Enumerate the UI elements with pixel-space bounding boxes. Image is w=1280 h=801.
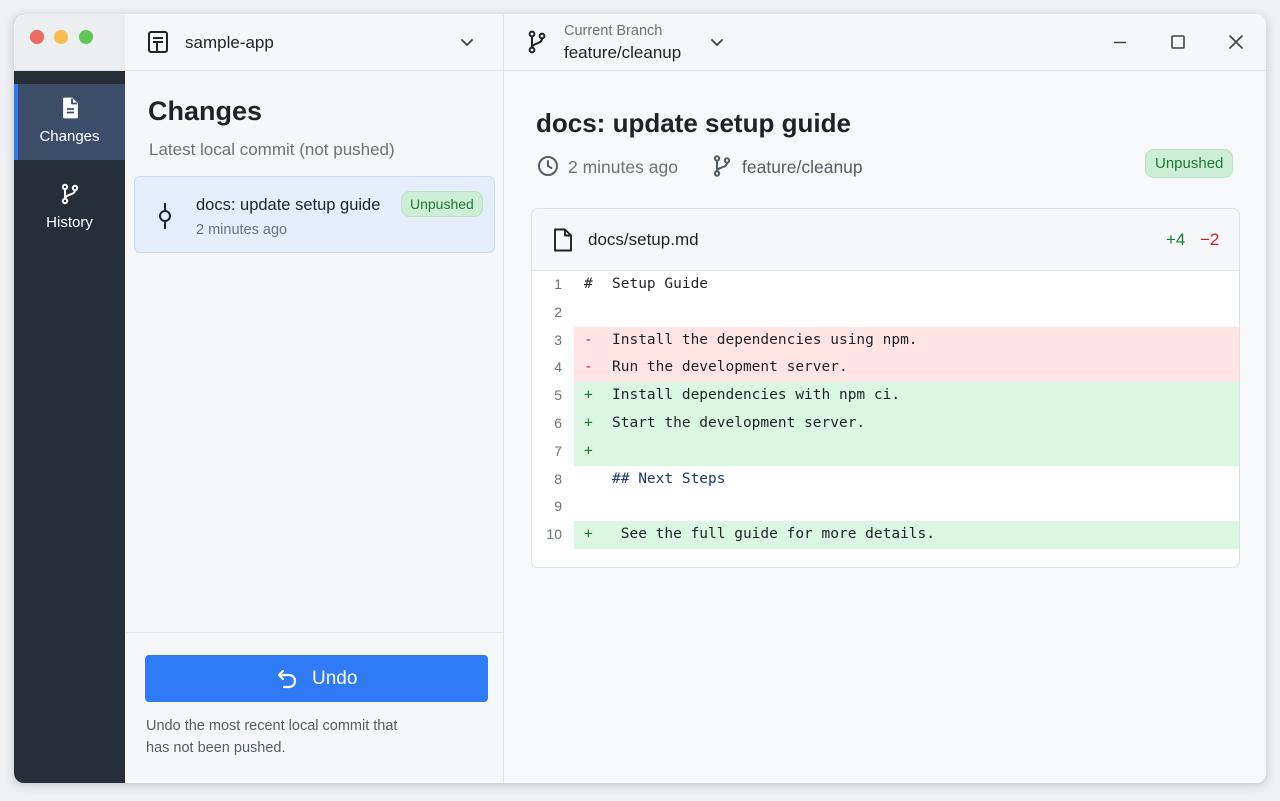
close-icon[interactable] [1226, 32, 1246, 52]
line-code: ## Next Steps [574, 466, 1239, 494]
line-text: Install dependencies with npm ci. [612, 387, 901, 404]
status-badge: Unpushed [401, 191, 483, 217]
line-number: 2 [532, 298, 574, 327]
line-number: 5 [532, 382, 574, 410]
diff-viewer: docs/setup.md +4 −2 1 # Setup Guide 2 3- Inst… [531, 208, 1240, 568]
undo-label: Undo [312, 668, 358, 689]
additions-count: +4 [1166, 230, 1186, 249]
chevron-down-icon[interactable] [459, 34, 475, 50]
line-text: See the full guide for more details. [612, 526, 936, 543]
undo-icon [277, 669, 297, 689]
line-text: Start the development server. [612, 414, 866, 431]
sidebar-item-changes[interactable]: Changes [14, 84, 125, 160]
close-window-button[interactable] [30, 30, 44, 44]
branch-selector[interactable]: Current Branch feature/cleanup [504, 14, 744, 71]
diff-line: 3- Install the dependencies using npm. [532, 326, 1239, 355]
file-icon [554, 228, 572, 252]
line-code: + Install dependencies with npm ci. [574, 382, 1239, 410]
diff-line: 8 ## Next Steps [532, 465, 1239, 494]
sidebar-item-label: Changes [39, 128, 100, 145]
diff-marker: - [584, 331, 593, 348]
commit-title: docs: update setup guide [196, 196, 381, 214]
branch-name: feature/cleanup [564, 43, 682, 62]
file-icon [62, 97, 78, 119]
repository-name: sample-app [185, 33, 274, 52]
page-title: Changes [148, 96, 263, 126]
line-text: ## Next Steps [612, 470, 726, 487]
commit-branch: feature/cleanup [742, 157, 863, 177]
minimize-icon[interactable] [1110, 32, 1130, 52]
window-controls [14, 14, 125, 71]
line-number: 8 [532, 465, 574, 494]
sidebar-item-history[interactable]: History [14, 170, 125, 246]
line-code: + [574, 437, 1239, 466]
repository-icon [148, 31, 168, 53]
zoom-window-button[interactable] [79, 30, 93, 44]
branch-label: Current Branch [564, 23, 663, 39]
clock-icon [538, 156, 558, 176]
line-number: 4 [532, 354, 574, 383]
commit-detail-pane: Current Branch feature/cleanup docs: upd… [504, 14, 1266, 783]
undo-panel: Undo Undo the most recent local commit t… [125, 632, 503, 783]
branch-icon [528, 30, 546, 54]
app-window: Changes History sample-app Changes Lates… [14, 14, 1266, 783]
line-number: 3 [532, 326, 574, 355]
commit-time: 2 minutes ago [568, 157, 678, 177]
diff-line: 6 + Start the development server. [532, 409, 1239, 438]
diff-marker: - [584, 359, 593, 376]
diff-marker: # [584, 276, 593, 292]
repository-selector[interactable]: sample-app [125, 14, 503, 71]
changes-pane: sample-app Changes Latest local commit (… [125, 14, 504, 783]
line-number: 10 [532, 521, 574, 549]
status-badge: Unpushed [1145, 149, 1234, 178]
commit-time: 2 minutes ago [196, 222, 288, 238]
line-number: 7 [532, 437, 574, 466]
diff-marker: + [584, 526, 593, 543]
diff-line: 1 # Setup Guide [532, 271, 1239, 299]
commit-list-item[interactable]: docs: update setup guide 2 minutes ago U… [134, 176, 495, 253]
diff-line: 7 + [532, 437, 1239, 466]
page-subtitle: Latest local commit (not pushed) [149, 140, 395, 159]
diff-line: 5 + Install dependencies with npm ci. [532, 382, 1239, 410]
diff-file-name: docs/setup.md [588, 230, 699, 249]
diff-line: 10 + See the full guide for more details. [532, 521, 1239, 549]
line-text: Run the development server. [612, 359, 848, 376]
diff-lines: 1 # Setup Guide 2 3- Install the dependencies… [532, 271, 1239, 549]
diff-marker: + [584, 442, 593, 459]
line-code: - Install the dependencies using npm. [574, 326, 1239, 355]
deletions-count: −2 [1200, 230, 1220, 249]
line-code: + Start the development server. [574, 409, 1239, 438]
commit-detail-title: docs: update setup guide [536, 108, 851, 138]
minimize-window-button[interactable] [54, 30, 68, 44]
diff-marker: + [584, 387, 593, 404]
sidebar-item-label: History [46, 214, 93, 231]
chevron-down-icon[interactable] [709, 34, 725, 50]
sidebar: Changes History [14, 14, 125, 783]
line-text: Install the dependencies using npm. [612, 331, 918, 348]
undo-button[interactable]: Undo [145, 655, 488, 702]
diff-line: 2 [532, 298, 1239, 327]
branch-icon [713, 155, 731, 177]
maximize-icon[interactable] [1168, 32, 1188, 52]
diff-line: 9 [532, 493, 1239, 522]
diff-marker: + [584, 414, 593, 431]
branch-icon [61, 183, 78, 205]
line-number: 1 [532, 271, 574, 299]
line-text: Setup Guide [612, 276, 709, 292]
line-code: - Run the development server. [574, 354, 1239, 383]
diff-line: 4- Run the development server. [532, 354, 1239, 383]
line-code: # Setup Guide [574, 271, 1239, 299]
line-number: 6 [532, 409, 574, 438]
diff-file-header[interactable]: docs/setup.md +4 −2 [532, 209, 1239, 271]
line-number: 9 [532, 493, 574, 522]
toolbar: Current Branch feature/cleanup [504, 14, 1266, 71]
undo-description: Undo the most recent local commit that h… [146, 718, 398, 756]
line-code: + See the full guide for more details. [574, 521, 1239, 549]
commit-icon [159, 203, 171, 229]
